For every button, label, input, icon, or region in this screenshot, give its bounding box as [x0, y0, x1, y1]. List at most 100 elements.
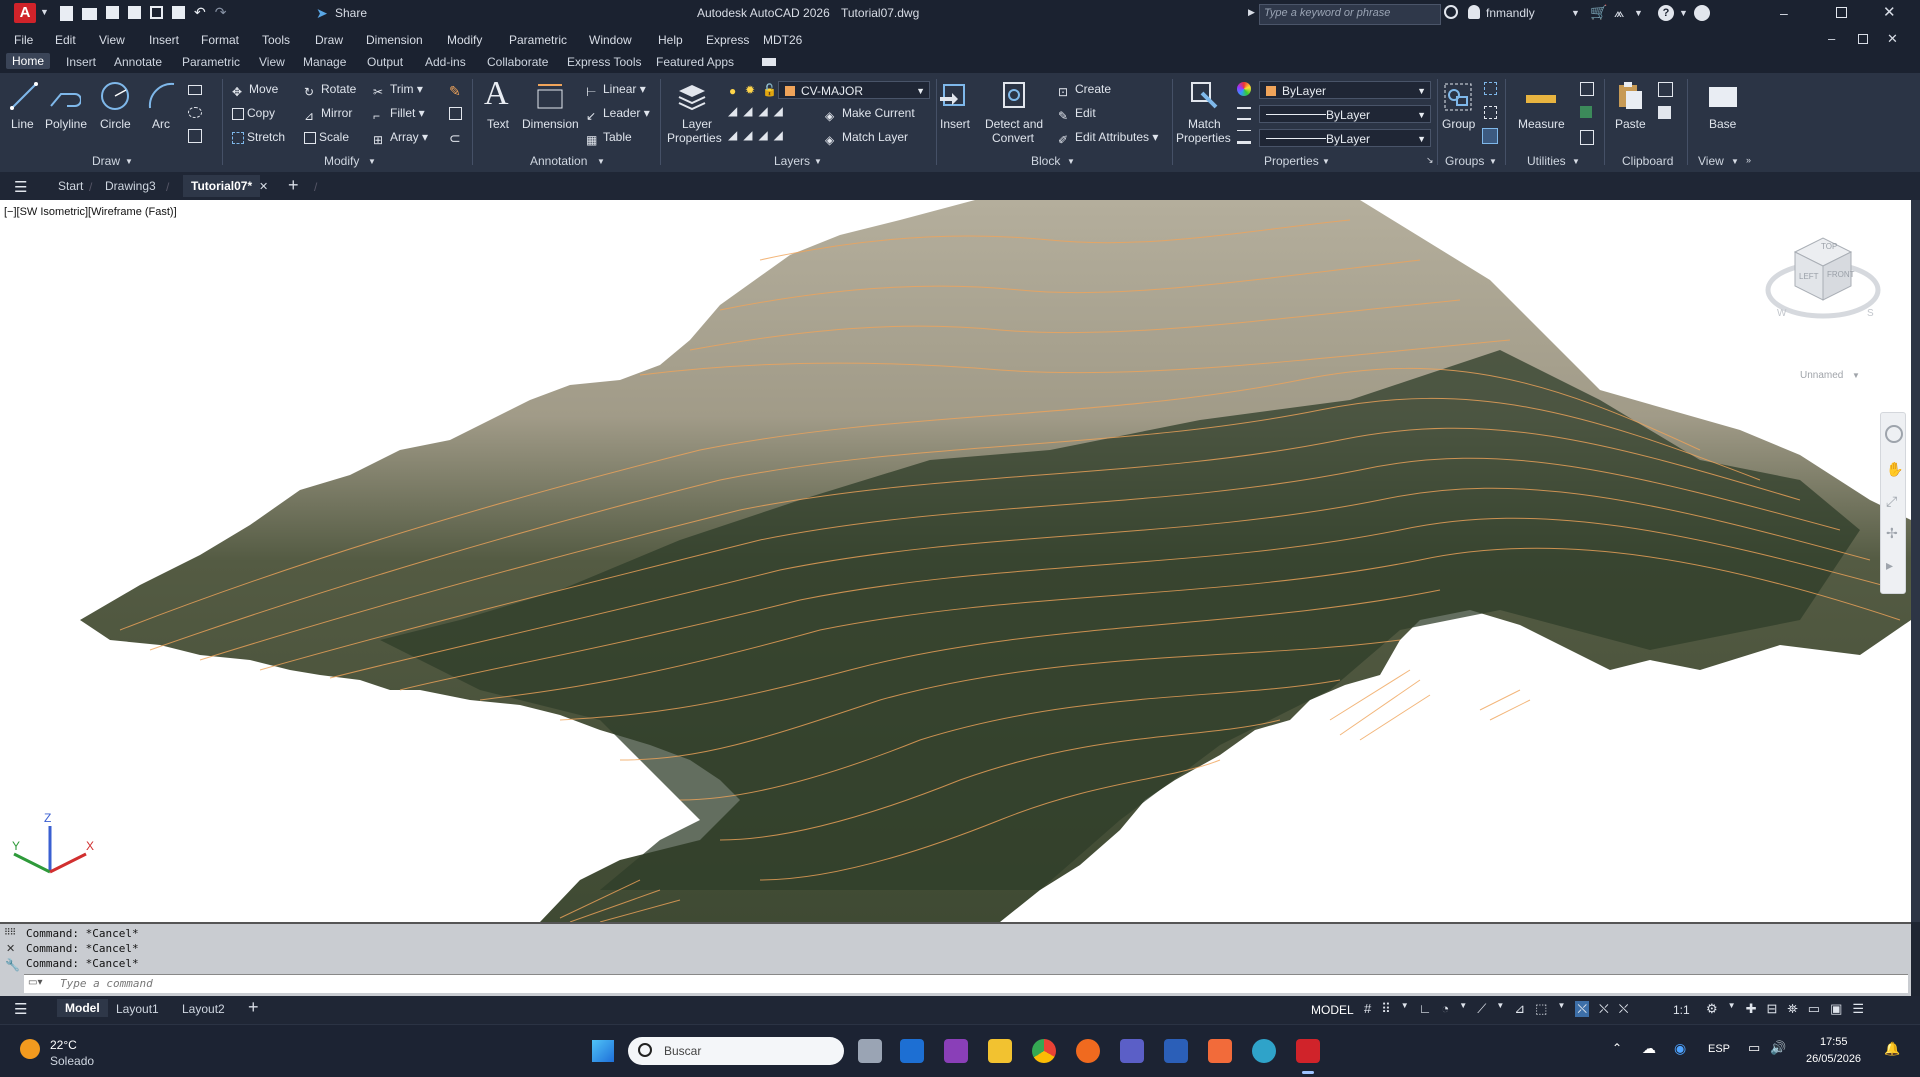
selection-cycling-icon[interactable]: ⬚ — [1535, 1001, 1547, 1017]
isodraft-icon[interactable]: ⟋ — [1477, 1001, 1486, 1017]
match-properties-label-1[interactable]: Match — [1188, 117, 1221, 131]
notifications-icon[interactable]: 🔔 — [1884, 1041, 1900, 1057]
weather-sun-icon[interactable] — [20, 1039, 40, 1059]
workspace-chevron-icon[interactable]: ▼ — [1728, 1001, 1736, 1017]
panel-modify-label[interactable]: Modify — [324, 154, 359, 168]
pan-icon[interactable]: ✋ — [1886, 461, 1903, 478]
web-mobile-icon[interactable] — [150, 6, 163, 19]
create-block-button[interactable]: ⊡ Create — [1058, 82, 1111, 99]
menu-parametric[interactable]: Parametric — [509, 33, 567, 47]
ribbon-minimize-icon[interactable] — [762, 58, 776, 66]
viewcube-s-label[interactable]: S — [1867, 308, 1874, 319]
group-button[interactable]: Group — [1442, 117, 1475, 131]
help-search-input[interactable]: Type a keyword or phrase — [1259, 4, 1441, 25]
layer-tools-row2-icon[interactable]: ◢◢◢◢ — [728, 104, 789, 118]
share-button[interactable]: Share — [335, 6, 367, 20]
workspace-gear-icon[interactable]: ⚙ — [1706, 1001, 1718, 1017]
circle-button[interactable]: Circle — [100, 117, 131, 131]
window-restore-icon[interactable] — [1836, 7, 1847, 18]
panel-properties-label[interactable]: Properties — [1264, 154, 1319, 168]
polyline-button[interactable]: Polyline — [45, 117, 87, 131]
text-button[interactable]: Text — [487, 117, 509, 131]
menu-insert[interactable]: Insert — [149, 33, 179, 47]
panel-groups-label[interactable]: Groups — [1445, 154, 1484, 168]
object-snap-icon[interactable]: ⊿ — [1514, 1001, 1525, 1017]
leader-button[interactable]: ↙ Leader ▾ — [586, 106, 650, 123]
menu-mdt26[interactable]: MDT26 — [763, 33, 802, 47]
menu-modify[interactable]: Modify — [447, 33, 482, 47]
app-star-icon[interactable] — [1208, 1039, 1232, 1063]
viewcube-front-label[interactable]: FRONT — [1827, 270, 1855, 279]
line-button[interactable]: Line — [11, 117, 34, 131]
steering-wheel-icon[interactable] — [1885, 425, 1903, 443]
base-view-icon[interactable] — [1709, 87, 1737, 107]
file-tab-drawing3[interactable]: Drawing3 — [105, 179, 156, 193]
linetype-icon[interactable] — [1237, 107, 1251, 120]
doc-restore-icon[interactable] — [1858, 34, 1868, 44]
model-space-toggle[interactable]: MODEL — [1311, 1003, 1354, 1017]
color-dropdown[interactable]: ByLayer ▼ — [1259, 81, 1431, 99]
osnap-chevron-icon[interactable]: ▼ — [1496, 1001, 1504, 1017]
menu-format[interactable]: Format — [201, 33, 239, 47]
layer-properties-label-1[interactable]: Layer — [682, 117, 712, 131]
detect-convert-label-2[interactable]: Convert — [992, 131, 1034, 145]
lineweight-dropdown[interactable]: ByLayer ▼ — [1259, 129, 1431, 147]
add-layout-icon[interactable]: + — [248, 997, 259, 1018]
window-close-icon[interactable]: ✕ — [1883, 3, 1896, 21]
group-selection-icon[interactable] — [1482, 128, 1498, 144]
paste-icon[interactable] — [1614, 79, 1646, 111]
panel-groups-chevron-icon[interactable]: ▼ — [1489, 157, 1497, 166]
onenote-icon[interactable] — [944, 1039, 968, 1063]
annotation-scale-value[interactable]: 1:1 — [1673, 1003, 1690, 1017]
viewport-controls-label[interactable]: [−][SW Isometric][Wireframe (Fast)] — [4, 206, 177, 218]
start-button-icon[interactable] — [592, 1040, 614, 1062]
layer-on-icon[interactable]: ● — [729, 84, 736, 98]
trim-button[interactable]: ✂ Trim ▾ — [373, 82, 423, 99]
menu-express[interactable]: Express — [706, 33, 749, 47]
help-icon[interactable]: ? — [1658, 5, 1674, 21]
grid-icon[interactable]: # — [1364, 1001, 1371, 1017]
edit-attributes-button[interactable]: ✐ Edit Attributes ▾ — [1058, 130, 1158, 147]
hardware-acceleration-icon[interactable]: ▭ — [1808, 1001, 1820, 1017]
volume-icon[interactable]: 🔊 — [1770, 1040, 1786, 1056]
explode-icon[interactable] — [449, 107, 462, 120]
array-button[interactable]: ⊞ Array ▾ — [373, 130, 428, 147]
units-icon[interactable]: ⊟ — [1766, 1001, 1777, 1017]
copy-button[interactable]: Copy — [232, 106, 275, 120]
detect-convert-icon[interactable] — [998, 79, 1030, 111]
insert-block-icon[interactable] — [938, 79, 970, 111]
layer-properties-icon[interactable] — [676, 79, 708, 111]
clock-time[interactable]: 17:55 — [1820, 1036, 1848, 1048]
properties-launcher-icon[interactable]: ↘ — [1426, 155, 1434, 166]
ortho-icon[interactable]: ∟ — [1419, 1001, 1432, 1017]
tab-insert[interactable]: Insert — [66, 55, 96, 69]
tab-express-tools[interactable]: Express Tools — [567, 55, 641, 69]
detect-convert-label-1[interactable]: Detect and — [985, 117, 1043, 131]
layout-menu-icon[interactable]: ☰ — [14, 1000, 27, 1018]
tab-manage[interactable]: Manage — [303, 55, 346, 69]
new-tab-icon[interactable]: + — [288, 175, 299, 196]
user-chevron-icon[interactable]: ▼ — [1571, 8, 1580, 18]
match-properties-label-2[interactable]: Properties — [1176, 131, 1231, 145]
layer-tools-row3-icon[interactable]: ◢◢◢◢ — [728, 128, 789, 142]
network-icon[interactable]: ▭ — [1748, 1040, 1760, 1056]
layout-tab-model[interactable]: Model — [57, 999, 108, 1017]
scale-button[interactable]: Scale — [304, 130, 349, 144]
ucs-named-dropdown[interactable]: Unnamed — [1800, 370, 1843, 381]
panel-layers-label[interactable]: Layers — [774, 154, 810, 168]
text-icon[interactable]: A — [484, 75, 509, 113]
panel-annotation-label[interactable]: Annotation — [530, 154, 587, 168]
arc-icon[interactable] — [146, 80, 178, 112]
panel-draw-label[interactable]: Draw — [92, 154, 120, 168]
arc-button[interactable]: Arc — [152, 117, 170, 131]
zoom-extents-icon[interactable]: ⤢ — [1886, 493, 1897, 510]
tab-add-ins[interactable]: Add-ins — [425, 55, 466, 69]
move-button[interactable]: ✥ Move — [232, 82, 278, 99]
panel-block-label[interactable]: Block — [1031, 154, 1060, 168]
snap-icon[interactable]: ⠿ — [1381, 1001, 1391, 1017]
circle-icon[interactable] — [99, 80, 131, 112]
account-chevron-icon[interactable]: ▼ — [1634, 8, 1643, 18]
panel-properties-chevron-icon[interactable]: ▼ — [1322, 157, 1330, 166]
viewcube-w-label[interactable]: W — [1777, 308, 1786, 319]
paste-button[interactable]: Paste — [1615, 117, 1646, 131]
